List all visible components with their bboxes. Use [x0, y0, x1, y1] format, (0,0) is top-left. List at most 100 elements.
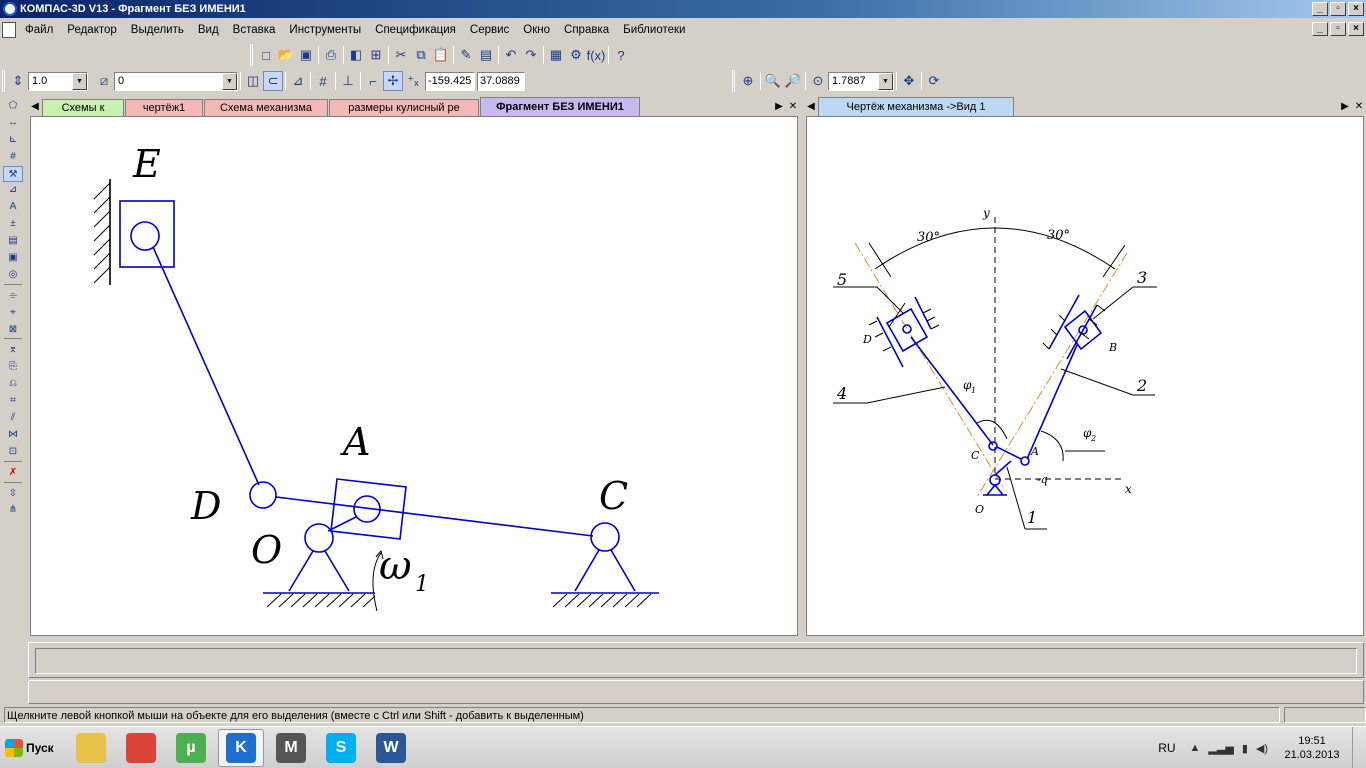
menu-insert[interactable]: Вставка: [226, 18, 283, 42]
right-drawing-canvas[interactable]: y x 30° 30° 5 3 4 2 1 D B C A O φ 1 φ 2 …: [806, 116, 1364, 636]
tab-scroll-left-icon[interactable]: ◀: [28, 101, 42, 112]
minimize-button[interactable]: _: [1312, 2, 1328, 16]
layer-combo[interactable]: 0 ▼: [114, 71, 238, 91]
coords-icon[interactable]: ⁺ₓ: [403, 71, 423, 91]
open-icon[interactable]: 📂: [276, 45, 296, 65]
copy-icon[interactable]: ⧉: [411, 45, 431, 65]
grid-icon[interactable]: #: [313, 71, 333, 91]
pan-icon[interactable]: ✥: [899, 71, 919, 91]
network-icon[interactable]: ▂▃▅: [1208, 742, 1233, 755]
menu-file[interactable]: Файл: [18, 18, 60, 42]
menu-help[interactable]: Справка: [557, 18, 616, 42]
tab-scroll-right-icon[interactable]: ▶: [772, 101, 786, 112]
tool-12-icon[interactable]: ⋔: [3, 502, 23, 519]
menu-view[interactable]: Вид: [191, 18, 226, 42]
clock[interactable]: 19:51 21.03.2013: [1276, 734, 1348, 762]
parametrization-icon[interactable]: ⚒: [3, 165, 23, 183]
tab-drawing1[interactable]: чертёж1: [125, 99, 203, 116]
step-combo[interactable]: 1.0 ▼: [28, 71, 88, 91]
tool-6-icon[interactable]: ⎌: [3, 376, 23, 393]
associative-view-icon[interactable]: ±: [3, 216, 23, 233]
zoom-icon[interactable]: ⊙: [808, 71, 828, 91]
tab-rocker-dimensions[interactable]: размеры кулисный ре: [329, 99, 479, 116]
menu-window[interactable]: Окно: [516, 18, 557, 42]
tab-schemes[interactable]: Схемы к: [42, 99, 124, 116]
print-icon[interactable]: ⎙: [321, 45, 341, 65]
maximize-button[interactable]: ▫: [1330, 2, 1346, 16]
tool-10-icon[interactable]: ⊡: [3, 444, 23, 461]
menu-select[interactable]: Выделить: [124, 18, 191, 42]
show-desktop-button[interactable]: [1352, 727, 1366, 768]
document-icon[interactable]: [2, 22, 16, 38]
tab-scroll-right-icon[interactable]: ▶: [1338, 101, 1352, 112]
ortho-mode-icon[interactable]: ⌐: [363, 71, 383, 91]
dimensions-icon[interactable]: ↔: [3, 115, 23, 132]
tab-mechanism-scheme[interactable]: Схема механизма: [204, 99, 328, 116]
menu-service[interactable]: Сервис: [463, 18, 516, 42]
zoom-in-icon[interactable]: 🔍: [763, 71, 783, 91]
menu-tools[interactable]: Инструменты: [282, 18, 368, 42]
symbols-icon[interactable]: ⊾: [3, 132, 23, 149]
zoom-out-icon[interactable]: 🔎: [783, 71, 803, 91]
delete-icon[interactable]: ✗: [3, 465, 23, 482]
menu-libraries[interactable]: Библиотеки: [616, 18, 692, 42]
kompas-app-icon[interactable]: [3, 2, 17, 16]
taskbar-app-kompas[interactable]: K: [218, 728, 264, 767]
manager-icon[interactable]: ⊞: [366, 45, 386, 65]
layer-props-icon[interactable]: ◫: [243, 71, 263, 91]
close-tab-icon[interactable]: ✕: [1352, 101, 1366, 112]
help-pointer-icon[interactable]: ?: [611, 45, 631, 65]
tool-4-icon[interactable]: ⌆: [3, 342, 23, 359]
menu-specification[interactable]: Спецификация: [368, 18, 463, 42]
coord-x-field[interactable]: -159.425: [425, 71, 475, 91]
left-drawing-canvas[interactable]: E A D C O ω 1: [30, 116, 798, 636]
tab-scroll-left-icon[interactable]: ◀: [804, 101, 818, 112]
tool-5-icon[interactable]: ⎘: [3, 359, 23, 376]
tool-9-icon[interactable]: ⋈: [3, 427, 23, 444]
tool-3-icon[interactable]: ⊠: [3, 322, 23, 339]
spec-icon[interactable]: ▤: [3, 233, 23, 250]
tab-mechanism-drawing-view[interactable]: Чертёж механизма ->Вид 1: [818, 97, 1014, 116]
volume-icon[interactable]: ◀): [1256, 742, 1268, 755]
taskbar-app-folder[interactable]: [68, 729, 114, 767]
geometry-icon[interactable]: ⬠: [3, 98, 23, 115]
doc-minimize-button[interactable]: _: [1312, 22, 1328, 36]
orthogonal-icon[interactable]: ⊿: [288, 71, 308, 91]
close-tab-icon[interactable]: ✕: [786, 101, 800, 112]
cursor-snap-icon[interactable]: ✢: [383, 71, 403, 91]
tool-1-icon[interactable]: ⌯: [3, 288, 23, 305]
chevron-down-icon[interactable]: ▼: [878, 72, 893, 90]
doc-close-button[interactable]: ×: [1348, 22, 1364, 36]
reports-icon[interactable]: ▣: [3, 250, 23, 267]
undo-icon[interactable]: ↶: [501, 45, 521, 65]
redo-icon[interactable]: ↷: [521, 45, 541, 65]
taskbar-app-utorrent[interactable]: µ: [168, 729, 214, 767]
tool-8-icon[interactable]: ⫽: [3, 410, 23, 427]
function-icon[interactable]: f(x): [586, 45, 606, 65]
tool-7-icon[interactable]: ⌗: [3, 393, 23, 410]
local-cs-icon[interactable]: ⊥: [338, 71, 358, 91]
tool-11-icon[interactable]: ⇳: [3, 486, 23, 503]
editing-icon[interactable]: #: [3, 149, 23, 166]
close-button[interactable]: ×: [1348, 2, 1364, 16]
zoom-window-icon[interactable]: ⊕: [738, 71, 758, 91]
paste-icon[interactable]: 📋: [431, 45, 451, 65]
cut-icon[interactable]: ✂: [391, 45, 411, 65]
library-manager-icon[interactable]: ▦: [546, 45, 566, 65]
taskbar-app-skype[interactable]: S: [318, 729, 364, 767]
measure-icon[interactable]: ⊿: [3, 182, 23, 199]
select-icon[interactable]: A: [3, 199, 23, 216]
zoom-combo[interactable]: 1.7887 ▼: [828, 71, 894, 91]
language-indicator[interactable]: RU: [1158, 741, 1175, 755]
format-painter-icon[interactable]: ✎: [456, 45, 476, 65]
menu-edit[interactable]: Редактор: [60, 18, 124, 42]
taskbar-app-mathcad[interactable]: M: [268, 729, 314, 767]
battery-icon[interactable]: ▮: [1242, 742, 1248, 755]
refresh-icon[interactable]: ⟳: [924, 71, 944, 91]
taskbar-app-word[interactable]: W: [368, 729, 414, 767]
tool-2-icon[interactable]: ⌖: [3, 305, 23, 322]
doc-restore-button[interactable]: ▫: [1330, 22, 1346, 36]
start-button[interactable]: Пуск: [2, 729, 58, 767]
coord-y-field[interactable]: 37.0889: [477, 71, 525, 91]
taskbar-app-chrome[interactable]: [118, 729, 164, 767]
